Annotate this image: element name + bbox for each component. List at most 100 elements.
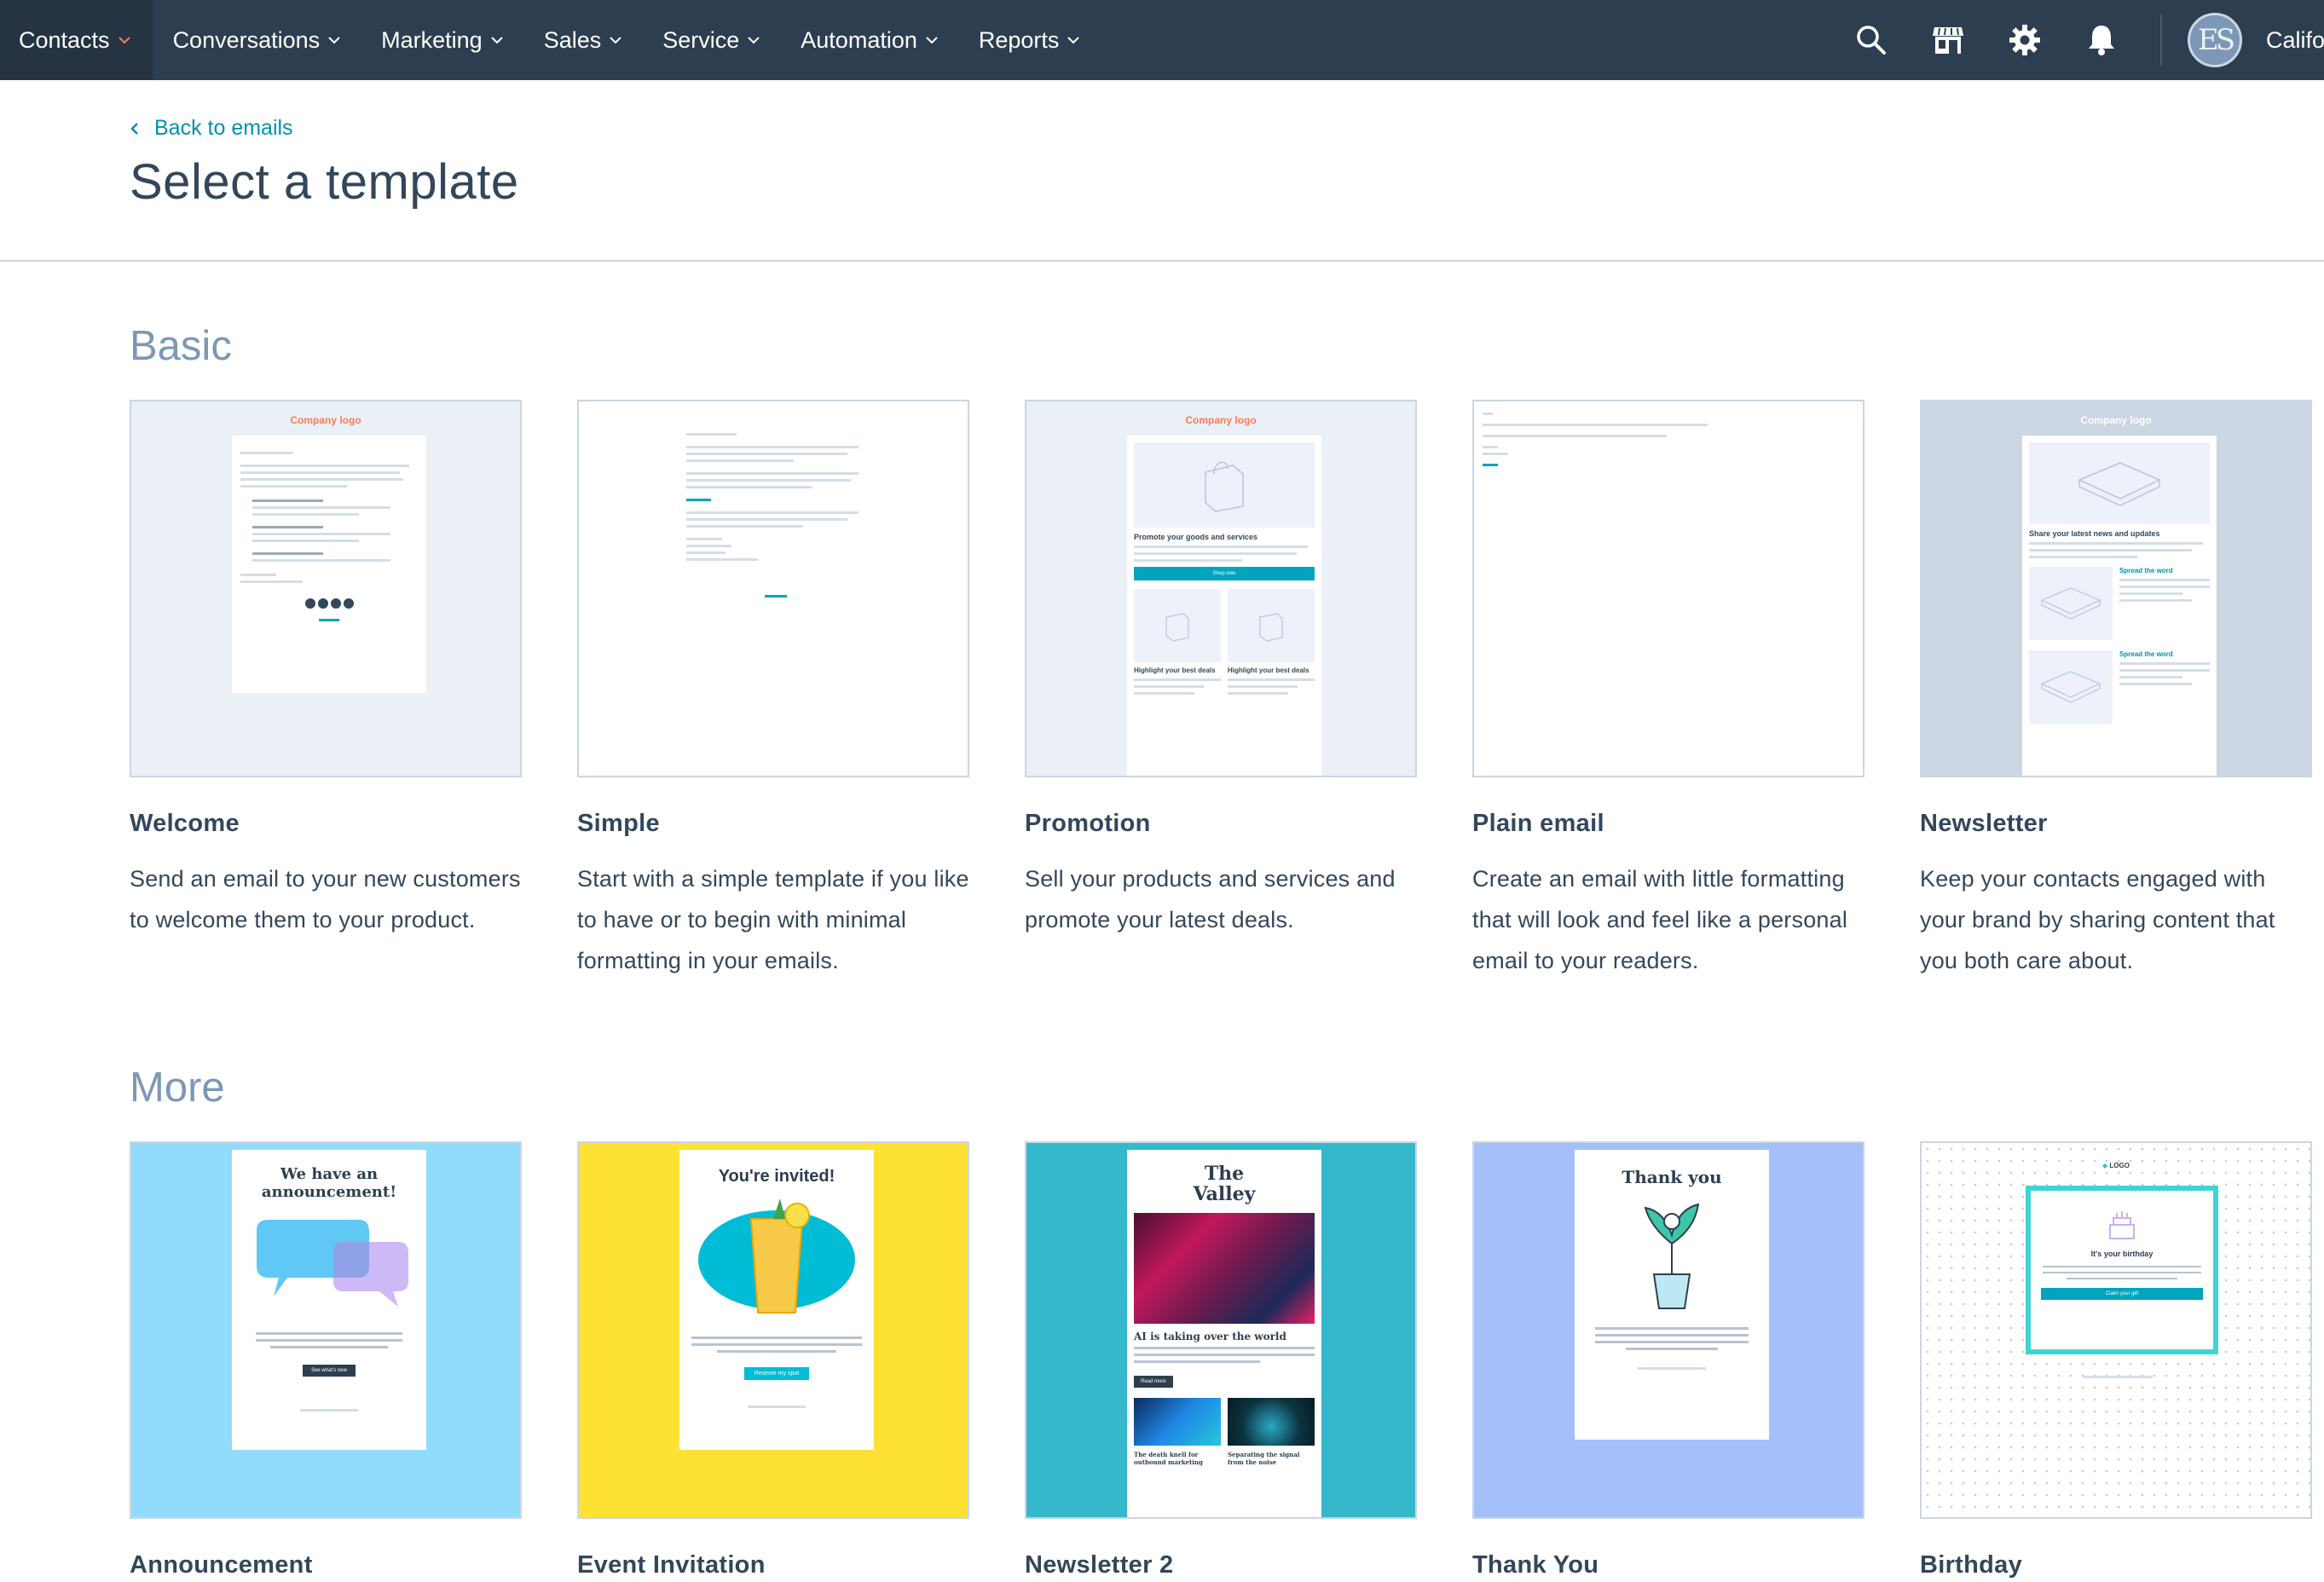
facebook-icon — [304, 598, 315, 609]
nav-item-label: Reports — [978, 26, 1060, 53]
avatar-initials: ES — [2197, 23, 2235, 57]
template-thumbnail-promotion[interactable]: Company logo Promote your goods and serv… — [1025, 400, 1417, 777]
article-title: The death knell for outbound marketing — [1134, 1451, 1203, 1466]
lemonade-glass-illustration — [698, 1198, 855, 1314]
newsletter-masthead: The Valley — [1193, 1163, 1256, 1205]
email-preview — [1483, 408, 1738, 471]
newsletter-heading: Share your latest news and updates — [2029, 529, 2160, 538]
template-card-thank-you[interactable]: Thank you Thank You — [1472, 1141, 1864, 1579]
nav-item-label: Marketing — [381, 26, 483, 53]
neon-photo — [1134, 1398, 1221, 1446]
nav-item-label: Sales — [543, 26, 602, 53]
promo-heading: Promote your goods and services — [1134, 533, 1258, 541]
box-illustration — [2029, 567, 2113, 640]
template-thumbnail-announcement[interactable]: We have an announcement! See what's new — [130, 1141, 522, 1519]
settings-gear-icon[interactable] — [1986, 0, 2063, 80]
email-preview — [686, 429, 865, 598]
invitation-headline: You're invited! — [718, 1167, 835, 1186]
template-description: Sell your products and services and prom… — [1025, 866, 1396, 932]
flower-vase-illustration — [1644, 1203, 1700, 1309]
company-logo-placeholder: Company logo — [2080, 414, 2152, 426]
template-thumbnail-newsletter[interactable]: Company logo Share your latest news and … — [1920, 400, 2312, 777]
template-thumbnail-event-invitation[interactable]: You're invited! Reserve my spot — [577, 1141, 969, 1519]
nav-item-contacts[interactable]: Contacts — [0, 0, 153, 80]
nav-item-reports[interactable]: Reports — [958, 0, 1101, 80]
account-name[interactable]: California — [2266, 27, 2324, 54]
chevron-down-icon — [610, 36, 621, 44]
header-divider — [0, 260, 2324, 262]
template-card-simple[interactable]: Simple Start with a simple template if y… — [577, 400, 969, 981]
template-name: Promotion — [1025, 810, 1151, 837]
chevron-down-icon — [328, 36, 340, 44]
product-bag-illustration — [1134, 589, 1221, 662]
template-thumbnail-thank-you[interactable]: Thank you — [1472, 1141, 1864, 1519]
template-description: Send an email to your new customers to w… — [130, 866, 521, 932]
box-illustration — [2029, 650, 2113, 724]
template-thumbnail-welcome[interactable]: Company logo — [130, 400, 522, 777]
nav-item-automation[interactable]: Automation — [780, 0, 958, 80]
template-card-birthday[interactable]: ◆ LOGO It's your birthday Claim your gif… — [1920, 1141, 2312, 1579]
nav-item-conversations[interactable]: Conversations — [153, 0, 361, 80]
twitter-icon — [330, 598, 341, 609]
template-thumbnail-birthday[interactable]: ◆ LOGO It's your birthday Claim your gif… — [1920, 1141, 2312, 1519]
template-card-plain-email[interactable]: Plain email Create an email with little … — [1472, 400, 1864, 981]
template-card-promotion[interactable]: Company logo Promote your goods and serv… — [1025, 400, 1417, 940]
top-navigation-bar: Contacts Conversations Marketing Sales S… — [0, 0, 2324, 80]
template-card-event-invitation[interactable]: You're invited! Reserve my spot Event In… — [577, 1141, 969, 1579]
thank-you-headline: Thank you — [1622, 1167, 1722, 1187]
template-card-newsletter-2[interactable]: The Valley AI is taking over the world R… — [1025, 1141, 1417, 1579]
chevron-down-icon — [118, 36, 130, 44]
section-title-basic: Basic — [130, 323, 232, 369]
email-preview: Share your latest news and updates Sprea… — [2022, 436, 2217, 776]
social-icons — [240, 598, 418, 609]
template-name: Simple — [577, 810, 660, 837]
email-preview: Thank you — [1575, 1150, 1769, 1440]
nav-item-label: Conversations — [172, 26, 321, 53]
nav-item-marketing[interactable]: Marketing — [361, 0, 523, 80]
announcement-headline: We have an announcement! — [261, 1165, 397, 1201]
shop-now-button-preview: Shop now — [1134, 567, 1315, 580]
template-thumbnail-plain-email[interactable] — [1472, 400, 1864, 777]
chevron-down-icon — [1067, 36, 1080, 44]
reserve-spot-button-preview: Reserve my spot — [743, 1367, 810, 1380]
email-preview: We have an announcement! See what's new — [232, 1150, 426, 1450]
template-name: Event Invitation — [577, 1551, 766, 1579]
template-card-welcome[interactable]: Company logo Welcome Send an email to yo… — [130, 400, 522, 940]
template-name: Welcome — [130, 810, 240, 837]
nav-item-service[interactable]: Service — [642, 0, 780, 80]
template-description: Start with a simple template if you like… — [577, 866, 969, 973]
email-preview: The Valley AI is taking over the world R… — [1127, 1150, 1321, 1517]
chevron-down-icon — [490, 36, 503, 44]
marketplace-icon[interactable] — [1910, 0, 1986, 80]
nav-item-sales[interactable]: Sales — [523, 0, 643, 80]
logo-placeholder: ◆ LOGO — [2102, 1162, 2130, 1169]
search-icon[interactable] — [1833, 0, 1910, 80]
nav-utility-area: ES California — [1833, 0, 2324, 80]
template-thumbnail-simple[interactable] — [577, 400, 969, 777]
template-card-announcement[interactable]: We have an announcement! See what's new … — [130, 1141, 522, 1579]
deal-heading: Highlight your best deals — [1228, 667, 1309, 674]
email-preview: You're invited! Reserve my spot — [679, 1150, 874, 1450]
template-name: Announcement — [130, 1551, 313, 1579]
article-title: Separating the signal from the noise — [1228, 1451, 1300, 1466]
chevron-left-icon — [130, 122, 139, 136]
back-link-label: Back to emails — [154, 116, 293, 140]
template-thumbnail-newsletter-2[interactable]: The Valley AI is taking over the world R… — [1025, 1141, 1417, 1519]
template-card-newsletter[interactable]: Company logo Share your latest news and … — [1920, 400, 2312, 981]
spread-word-heading: Spread the word — [2119, 650, 2173, 658]
nav-item-label: Automation — [801, 26, 917, 53]
template-name: Newsletter 2 — [1025, 1551, 1174, 1579]
back-to-emails-link[interactable]: Back to emails — [130, 116, 293, 141]
nav-item-label: Service — [662, 26, 740, 53]
company-logo-placeholder: Company logo — [290, 414, 361, 426]
email-preview: Promote your goods and services Shop now… — [1127, 436, 1321, 776]
nav-divider — [2160, 14, 2162, 66]
avatar[interactable]: ES — [2188, 13, 2242, 67]
email-preview: It's your birthday Claim your gift — [2026, 1186, 2218, 1354]
logo-text: LOGO — [2109, 1162, 2130, 1169]
birthday-headline: It's your birthday — [2090, 1250, 2153, 1258]
company-logo-placeholder: Company logo — [1185, 414, 1257, 426]
notifications-bell-icon[interactable] — [2063, 0, 2140, 80]
deal-heading: Highlight your best deals — [1134, 667, 1216, 674]
signal-photo — [1228, 1398, 1315, 1446]
